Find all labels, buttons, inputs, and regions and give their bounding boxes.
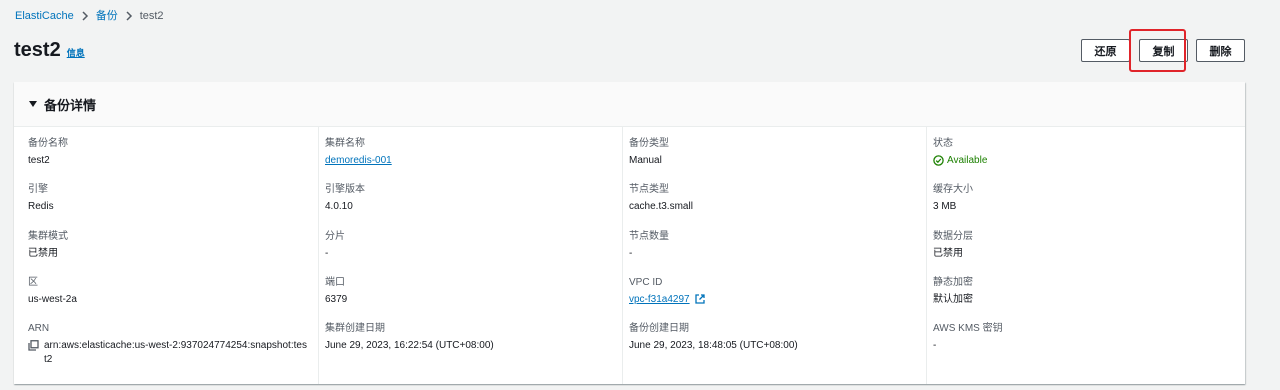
field-label: 引擎版本 xyxy=(325,184,365,196)
copy-icon[interactable] xyxy=(28,340,39,351)
details-column-1: 备份名称 test2 引擎 Redis 集群模式 已禁用 区 us-west-2… xyxy=(14,127,318,384)
field-cache-size: 缓存大小 3 MB xyxy=(933,183,1245,229)
field-value: 已禁用 xyxy=(933,247,963,259)
field-backup-name: 备份名称 test2 xyxy=(28,137,318,183)
field-label: 节点数量 xyxy=(629,230,669,242)
field-label: 备份创建日期 xyxy=(629,323,689,335)
field-value: June 29, 2023, 18:48:05 (UTC+08:00) xyxy=(629,340,798,352)
field-shards: 分片 - xyxy=(325,230,622,276)
external-link-icon[interactable] xyxy=(695,294,706,304)
field-value: - xyxy=(629,247,633,259)
field-value: 4.0.10 xyxy=(325,201,353,213)
breadcrumb-elasticache[interactable]: ElastiCache xyxy=(15,9,74,23)
details-column-4: 状态 Available 缓存大小 3 MB 数据分层 已禁用 静态加密 默认加… xyxy=(926,127,1245,384)
field-value: Redis xyxy=(28,201,54,213)
cluster-name-link[interactable]: demoredis-001 xyxy=(325,155,392,166)
breadcrumb: ElastiCache 备份 test2 xyxy=(15,9,164,23)
delete-button[interactable]: 删除 xyxy=(1196,39,1245,62)
field-cluster-name: 集群名称 demoredis-001 xyxy=(325,137,622,183)
info-link[interactable]: 信息 xyxy=(67,46,85,59)
panel-header-toggle[interactable]: 备份详情 xyxy=(14,82,1245,127)
backup-details-panel: 备份详情 备份名称 test2 引擎 Redis 集群模式 已禁用 区 us-w… xyxy=(14,82,1245,384)
caret-down-icon xyxy=(29,101,37,107)
field-status: 状态 Available xyxy=(933,137,1245,183)
details-column-3: 备份类型 Manual 节点类型 cache.t3.small 节点数量 - V… xyxy=(622,127,926,384)
field-value: us-west-2a xyxy=(28,293,77,305)
page-header: test2 信息 xyxy=(14,38,85,62)
field-value: cache.t3.small xyxy=(629,201,693,213)
chevron-right-icon xyxy=(74,9,96,23)
copy-button[interactable]: 复制 xyxy=(1139,39,1188,62)
field-label: 集群模式 xyxy=(28,230,68,242)
panel-title: 备份详情 xyxy=(44,97,97,113)
details-column-2: 集群名称 demoredis-001 引擎版本 4.0.10 分片 - 端口 6… xyxy=(318,127,622,384)
field-vpc-id: VPC ID vpc-f31a4297 xyxy=(629,276,926,322)
status-indicator: Available xyxy=(933,154,1245,167)
field-cluster-created: 集群创建日期 June 29, 2023, 16:22:54 (UTC+08:0… xyxy=(325,322,622,368)
field-zone: 区 us-west-2a xyxy=(28,276,318,322)
vpc-id-link[interactable]: vpc-f31a4297 xyxy=(629,294,690,305)
field-backup-type: 备份类型 Manual xyxy=(629,137,926,183)
page-title: test2 xyxy=(14,39,61,61)
field-value: - xyxy=(325,247,329,259)
field-value: 默认加密 xyxy=(933,293,973,305)
field-value: arn:aws:elasticache:us-west-2:9370247742… xyxy=(44,340,307,366)
check-circle-icon xyxy=(933,155,944,166)
breadcrumb-current: test2 xyxy=(139,10,164,22)
field-label: 备份类型 xyxy=(629,138,669,149)
field-label: 集群创建日期 xyxy=(325,323,385,335)
details-grid: 备份名称 test2 引擎 Redis 集群模式 已禁用 区 us-west-2… xyxy=(14,127,1245,384)
field-label: 节点类型 xyxy=(629,184,669,196)
field-label: 分片 xyxy=(325,230,345,242)
field-value: 已禁用 xyxy=(28,247,58,259)
breadcrumb-backups[interactable]: 备份 xyxy=(96,9,118,23)
field-label: ARN xyxy=(28,323,50,335)
field-value: Manual xyxy=(629,155,662,166)
field-label: 引擎 xyxy=(28,184,48,196)
field-port: 端口 6379 xyxy=(325,276,622,322)
field-value: June 29, 2023, 16:22:54 (UTC+08:00) xyxy=(325,340,494,352)
field-label: 数据分层 xyxy=(933,230,973,242)
field-value: - xyxy=(933,340,937,352)
field-encryption-at-rest: 静态加密 默认加密 xyxy=(933,276,1245,322)
field-cluster-mode: 集群模式 已禁用 xyxy=(28,230,318,276)
field-label: 缓存大小 xyxy=(933,184,973,196)
field-node-count: 节点数量 - xyxy=(629,230,926,276)
field-label: 状态 xyxy=(933,138,953,149)
field-backup-created: 备份创建日期 June 29, 2023, 18:48:05 (UTC+08:0… xyxy=(629,322,926,368)
field-value: test2 xyxy=(28,155,50,166)
chevron-right-icon xyxy=(118,9,140,23)
field-label: 备份名称 xyxy=(28,138,68,149)
field-data-tiering: 数据分层 已禁用 xyxy=(933,230,1245,276)
field-node-type: 节点类型 cache.t3.small xyxy=(629,183,926,229)
field-label: 静态加密 xyxy=(933,276,973,288)
field-value: 3 MB xyxy=(933,201,957,213)
status-text: Available xyxy=(947,155,988,166)
field-label: 区 xyxy=(28,276,38,288)
field-kms-key: AWS KMS 密钥 - xyxy=(933,322,1245,368)
field-label: AWS KMS 密钥 xyxy=(933,323,1003,335)
field-label: 端口 xyxy=(325,276,345,288)
restore-button[interactable]: 还原 xyxy=(1081,39,1130,62)
field-value: 6379 xyxy=(325,293,348,305)
field-engine-version: 引擎版本 4.0.10 xyxy=(325,183,622,229)
field-label: VPC ID xyxy=(629,276,663,288)
field-label: 集群名称 xyxy=(325,138,365,149)
field-engine: 引擎 Redis xyxy=(28,183,318,229)
field-arn: ARN arn:aws:elasticache:us-west-2:937024… xyxy=(28,322,318,368)
